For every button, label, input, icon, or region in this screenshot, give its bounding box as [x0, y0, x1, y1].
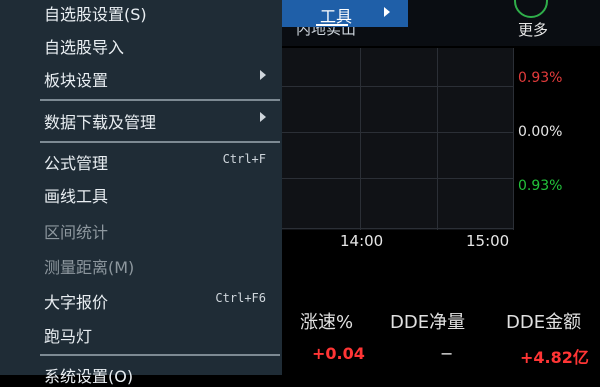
value-change-speed: +0.04 — [312, 344, 365, 363]
menu-item-label: 板块设置 — [44, 71, 109, 90]
header-dde-net: DDE净量 — [390, 312, 466, 333]
menu-item-measure-distance[interactable]: 测量距离(M) — [0, 251, 280, 277]
grid-line — [437, 48, 438, 230]
header-dde-amount: DDE金额 — [506, 312, 582, 333]
menu-shortcut: Ctrl+F6 — [215, 291, 266, 305]
pct-zero-label: 0.00% — [518, 124, 563, 140]
time-label-1400: 14:00 — [340, 232, 384, 250]
menu-item-label: 自选股设置(S) — [44, 5, 147, 24]
menu-item-label: 自选股导入 — [44, 38, 125, 57]
menu-item-label: 大字报价 — [44, 293, 109, 312]
intraday-chart[interactable] — [282, 48, 514, 230]
menu-shortcut: Ctrl+F — [222, 152, 266, 166]
header-change-speed: 涨速% — [300, 312, 354, 333]
value-dde-amount: +4.82亿 — [520, 348, 589, 367]
grid-line — [282, 132, 514, 133]
tools-dropdown-menu: 自选股设置(S) 自选股导入 板块设置 数据下载及管理 公式管理 Ctrl+F … — [0, 0, 282, 386]
pct-down-label: 0.93% — [518, 178, 563, 194]
tools-tab-underline — [316, 24, 348, 26]
menu-item-system-settings[interactable]: 系统设置(O) — [0, 360, 280, 386]
menu-item-label: 画线工具 — [44, 187, 109, 206]
menu-item-label: 跑马灯 — [44, 327, 93, 346]
menu-item-watchlist-import[interactable]: 自选股导入 — [0, 31, 280, 57]
grid-line — [282, 86, 514, 87]
menu-item-ticker[interactable]: 跑马灯 — [0, 320, 280, 346]
menu-item-label: 区间统计 — [44, 223, 109, 242]
pct-up-label: 0.93% — [518, 70, 563, 86]
menu-item-label: 公式管理 — [44, 154, 109, 173]
more-icon[interactable] — [514, 0, 548, 18]
menu-separator — [40, 354, 280, 356]
menu-item-sector-settings[interactable]: 板块设置 — [0, 64, 280, 90]
grid-line — [513, 48, 514, 230]
menu-item-label: 系统设置(O) — [44, 367, 134, 386]
menu-separator — [40, 141, 280, 143]
menu-item-label: 测量距离(M) — [44, 258, 135, 277]
menu-separator — [40, 99, 280, 101]
more-button[interactable]: 更多 — [518, 19, 548, 40]
grid-line — [282, 178, 514, 179]
menu-item-range-stats[interactable]: 区间统计 — [0, 216, 280, 242]
menu-item-watchlist-settings[interactable]: 自选股设置(S) — [0, 0, 280, 24]
menu-item-formula-manager[interactable]: 公式管理 Ctrl+F — [0, 147, 280, 173]
chart-panel: 内地实山 更多 0.93% 0.00% 0.93% 14:00 15:00 涨速… — [282, 0, 600, 375]
submenu-arrow-icon — [384, 7, 390, 17]
menu-item-drawing-tools[interactable]: 画线工具 — [0, 180, 280, 206]
value-dde-net: − — [440, 344, 454, 363]
time-label-1500: 15:00 — [466, 232, 510, 250]
menu-item-label: 数据下载及管理 — [44, 113, 157, 132]
menu-item-data-download[interactable]: 数据下载及管理 — [0, 106, 280, 132]
menu-tools-tab[interactable]: 工具 — [282, 0, 408, 27]
submenu-arrow-icon — [260, 70, 266, 80]
grid-line — [282, 228, 514, 229]
submenu-arrow-icon — [260, 112, 266, 122]
menu-item-big-quote[interactable]: 大字报价 Ctrl+F6 — [0, 286, 280, 312]
grid-line — [360, 48, 361, 230]
